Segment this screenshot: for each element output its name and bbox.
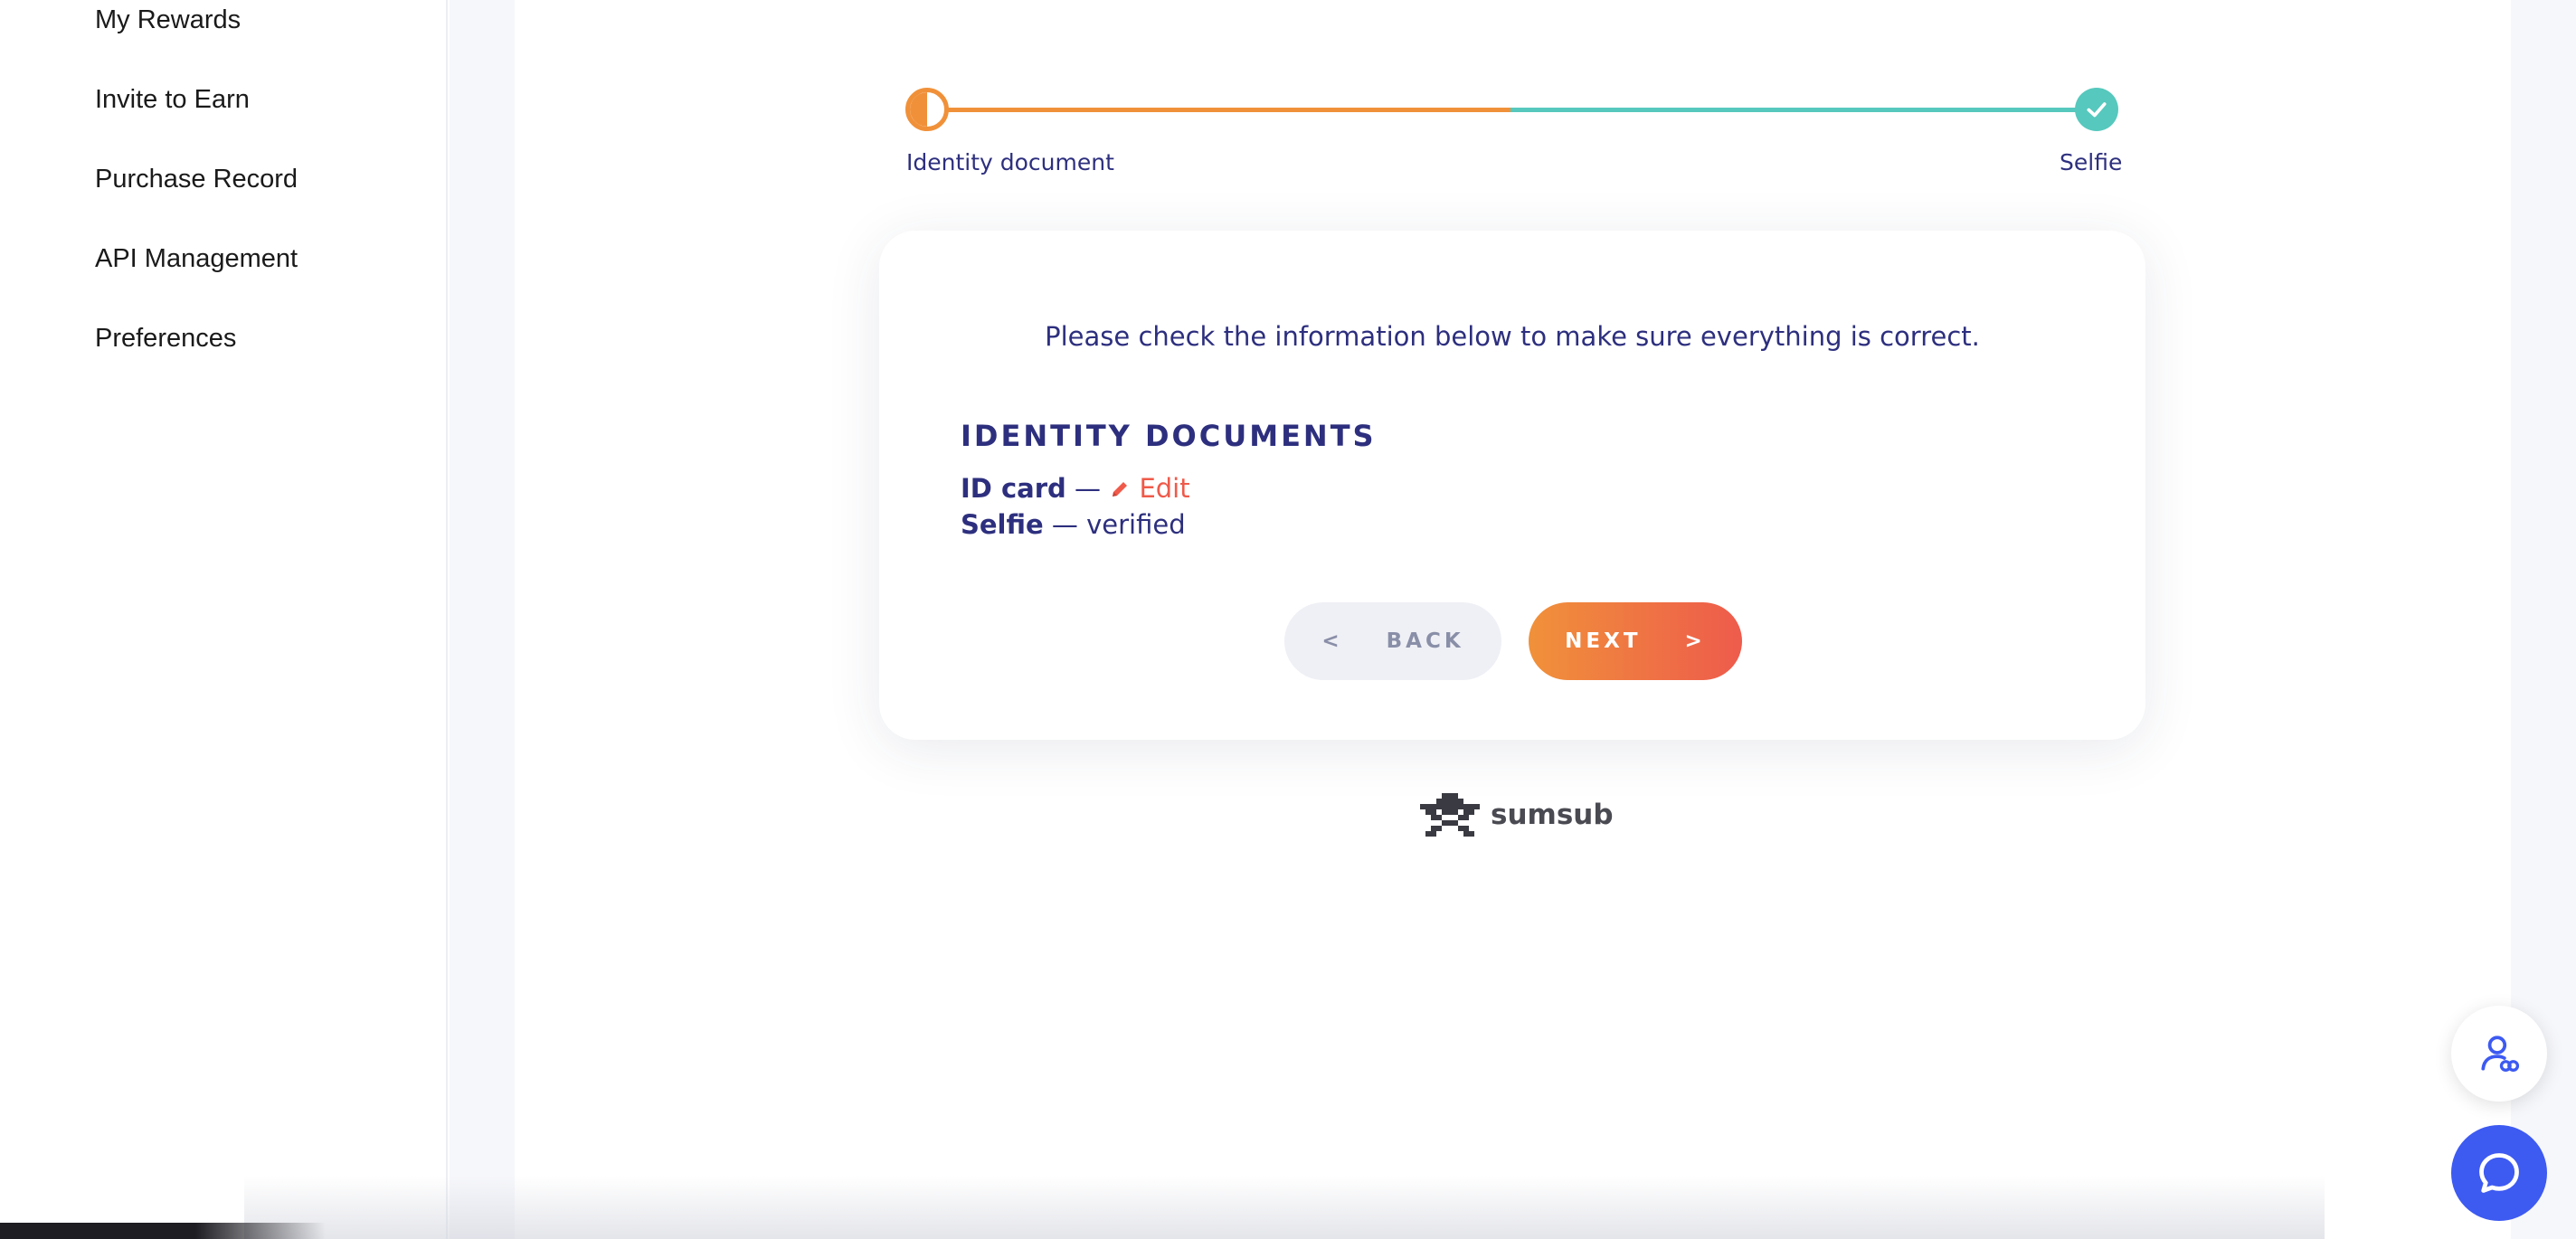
next-arrow-icon: >: [1684, 629, 1706, 653]
chat-button[interactable]: [2451, 1125, 2547, 1221]
document-row-id-card: ID card — Edit: [961, 473, 1190, 504]
step-indicator-selfie: [2075, 88, 2118, 131]
brand-name: sumsub: [1491, 799, 1614, 831]
sumsub-logo: sumsub: [1420, 792, 1614, 837]
document-name: Selfie: [961, 509, 1044, 540]
review-card: Please check the information below to ma…: [879, 231, 2145, 740]
separator: —: [1051, 509, 1078, 540]
separator: —: [1075, 473, 1101, 504]
back-label: BACK: [1386, 629, 1464, 653]
back-button[interactable]: < BACK: [1284, 602, 1501, 680]
document-status: verified: [1086, 509, 1186, 540]
step-indicator-identity-document: [905, 88, 949, 131]
step-label-selfie: Selfie: [2060, 149, 2123, 175]
document-row-selfie: Selfie — verified: [961, 509, 1186, 540]
back-arrow-icon: <: [1321, 629, 1343, 653]
bottom-shadow: [244, 1176, 2325, 1239]
progress-line-active: [946, 108, 1511, 112]
step-label-identity-document: Identity document: [906, 149, 1114, 175]
intro-text: Please check the information below to ma…: [1045, 321, 1980, 352]
left-gutter: [450, 0, 515, 1239]
sumsub-mascot-icon: [1420, 793, 1480, 837]
sidebar: My Rewards Invite to Earn Purchase Recor…: [0, 0, 448, 1239]
sidebar-item-purchase-record[interactable]: Purchase Record: [95, 165, 298, 194]
section-title: IDENTITY DOCUMENTS: [961, 419, 1377, 453]
next-button[interactable]: NEXT >: [1529, 602, 1742, 680]
sidebar-item-invite-to-earn[interactable]: Invite to Earn: [95, 85, 250, 115]
next-label: NEXT: [1565, 629, 1642, 653]
sidebar-item-api-management[interactable]: API Management: [95, 244, 298, 274]
chat-bubble-icon: [2479, 1153, 2519, 1193]
document-name: ID card: [961, 473, 1066, 504]
check-icon: [2087, 102, 2107, 118]
sidebar-item-preferences[interactable]: Preferences: [95, 324, 236, 354]
bottom-edge: [0, 1223, 326, 1239]
edit-link[interactable]: Edit: [1109, 473, 1190, 504]
support-button[interactable]: [2451, 1006, 2547, 1102]
progress-line-done: [1511, 108, 2077, 112]
user-support-icon: [2481, 1036, 2520, 1073]
pencil-icon: [1113, 482, 1128, 497]
sidebar-item-my-rewards[interactable]: My Rewards: [95, 5, 241, 35]
edit-label: Edit: [1139, 473, 1190, 504]
